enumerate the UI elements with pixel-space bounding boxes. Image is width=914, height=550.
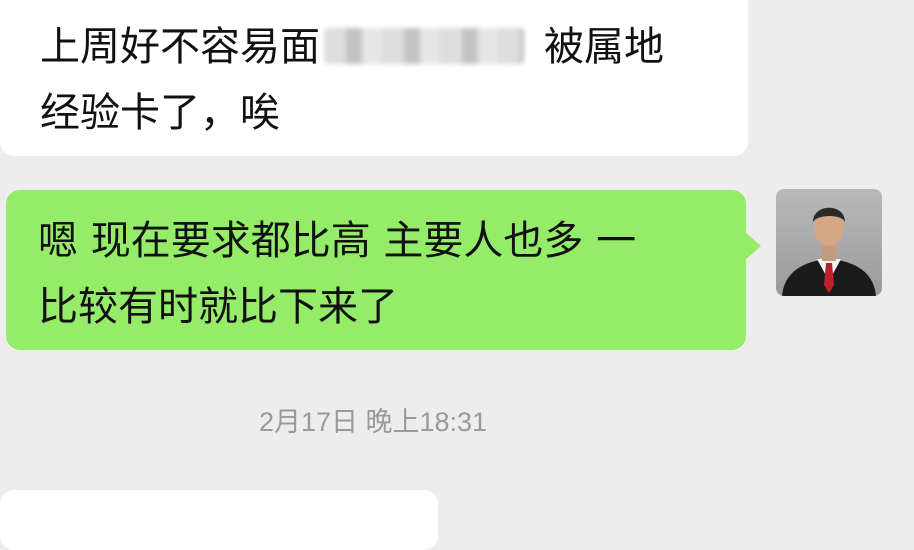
incoming-message-line-1: 上周好不容易面 被属地: [40, 14, 728, 80]
incoming-message-line-2: 经验卡了，唉: [40, 90, 280, 136]
redacted-text-blur: [324, 28, 524, 64]
incoming-message-text-before-redaction: 上周好不容易面: [40, 24, 320, 70]
outgoing-message-line-2: 比较有时就比下来了: [38, 284, 398, 330]
incoming-message-text-after-redaction: 被属地: [544, 24, 664, 70]
person-avatar-icon: [782, 207, 876, 296]
partial-message-bubble[interactable]: [0, 490, 438, 550]
message-timestamp: 2月17日 晚上18:31: [258, 407, 488, 437]
outgoing-message-bubble[interactable]: 嗯 现在要求都比高 主要人也多 一 比较有时就比下来了: [6, 190, 761, 350]
outgoing-message-line-1: 嗯 现在要求都比高 主要人也多 一: [38, 218, 637, 264]
avatar[interactable]: [776, 189, 882, 296]
incoming-message-bubble[interactable]: 上周好不容易面 被属地 经验卡了，唉: [0, 0, 748, 156]
